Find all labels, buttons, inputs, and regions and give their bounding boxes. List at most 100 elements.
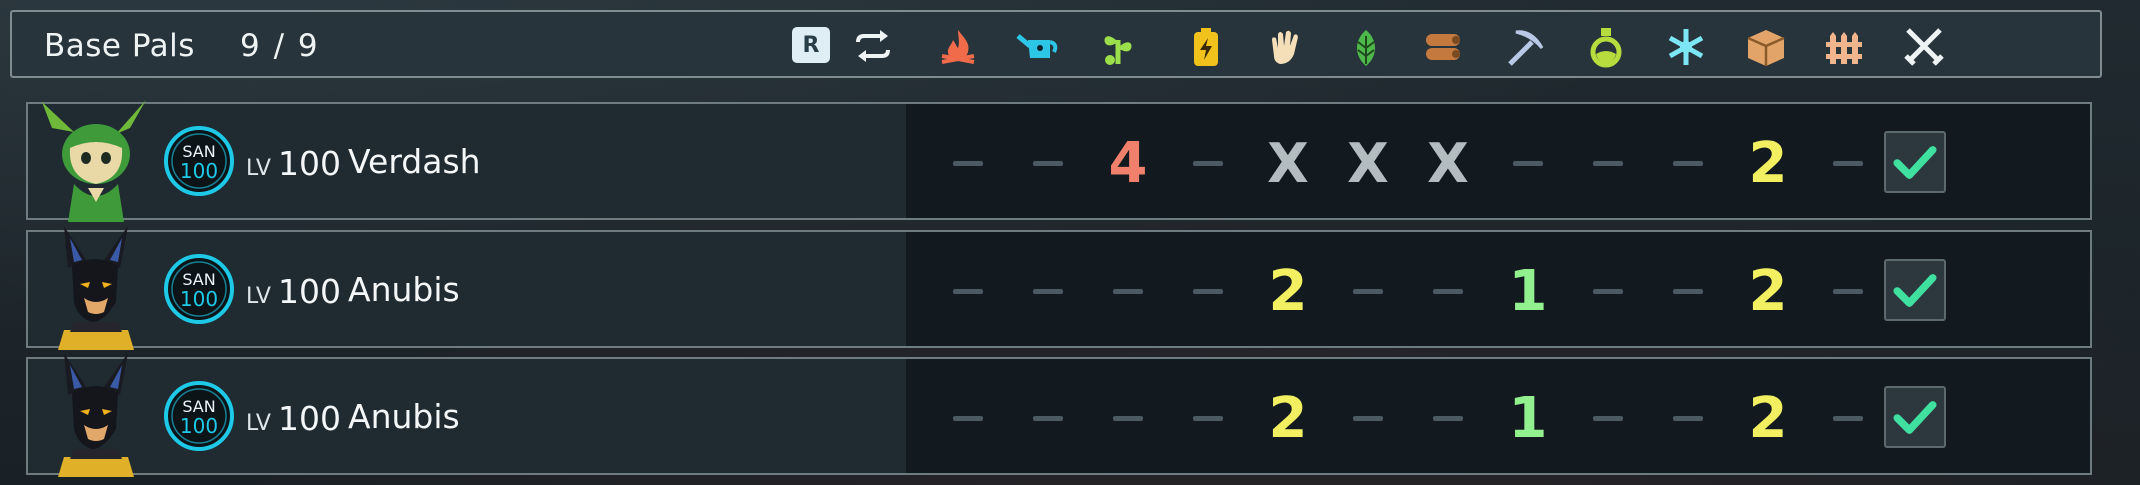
work-level-value: 4	[1108, 130, 1148, 196]
empty-dash	[1593, 288, 1623, 294]
work-level-cell: X	[1338, 128, 1398, 198]
empty-dash	[1833, 288, 1863, 294]
work-level-cell	[1818, 128, 1878, 198]
level-value: 100	[278, 144, 341, 183]
empty-dash	[1033, 415, 1063, 421]
sort-key-badge[interactable]: R	[792, 27, 830, 63]
svg-text:100: 100	[180, 159, 218, 183]
anubis-portrait	[34, 226, 158, 350]
work-level-value: 1	[1508, 385, 1548, 451]
fence-icon	[1822, 26, 1866, 68]
assign-checkbox[interactable]	[1884, 259, 1946, 321]
empty-dash	[1593, 160, 1623, 166]
potion-flask-icon	[1584, 26, 1628, 68]
empty-dash	[1033, 160, 1063, 166]
work-level-value: 2	[1268, 385, 1308, 451]
empty-dash	[1673, 160, 1703, 166]
empty-dash	[1673, 415, 1703, 421]
svg-text:100: 100	[180, 287, 218, 311]
pickaxe-icon	[1502, 26, 1546, 68]
work-level-cell	[1018, 383, 1078, 453]
work-level-cell	[1578, 256, 1638, 326]
work-level-value: 2	[1268, 258, 1308, 324]
empty-dash	[1433, 415, 1463, 421]
level-label: LV	[246, 156, 271, 181]
work-level-cell: X	[1418, 128, 1478, 198]
work-level-value: X	[1267, 131, 1309, 195]
check-icon	[1893, 146, 1937, 179]
work-level-cell	[1578, 128, 1638, 198]
work-level-cell	[1498, 128, 1558, 198]
pal-row[interactable]: SAN 100 LV 100 Anubis 2 1 2	[26, 353, 2092, 477]
empty-dash	[1193, 288, 1223, 294]
work-level-cell: 2	[1258, 256, 1318, 326]
base-pals-header: Base Pals 9 / 9 R	[10, 10, 2102, 78]
work-level-cell: 2	[1738, 128, 1798, 198]
work-level-cell	[1818, 383, 1878, 453]
work-level-value: 2	[1748, 130, 1788, 196]
empty-dash	[1593, 415, 1623, 421]
swap-arrows-icon[interactable]	[852, 28, 894, 64]
crate-icon	[1744, 26, 1788, 68]
svg-text:100: 100	[180, 414, 218, 438]
snowflake-icon	[1664, 26, 1708, 68]
work-level-cell	[1658, 128, 1718, 198]
work-level-cell	[1018, 256, 1078, 326]
work-level-cell: 4	[1098, 128, 1158, 198]
empty-dash	[1833, 415, 1863, 421]
work-level-cell	[1098, 256, 1158, 326]
watering-can-icon	[1016, 26, 1060, 68]
assign-checkbox[interactable]	[1884, 386, 1946, 448]
work-level-cell	[1818, 256, 1878, 326]
assign-checkbox[interactable]	[1884, 131, 1946, 193]
empty-dash	[1193, 160, 1223, 166]
anubis-portrait	[34, 353, 158, 477]
work-level-value: 2	[1748, 258, 1788, 324]
work-level-cell	[1178, 383, 1238, 453]
flame-icon	[936, 26, 980, 68]
check-icon	[1893, 401, 1937, 434]
empty-dash	[1113, 415, 1143, 421]
san-badge: SAN 100	[162, 379, 236, 453]
work-level-cell: 2	[1258, 383, 1318, 453]
work-level-cell	[938, 128, 998, 198]
pal-row[interactable]: SAN 100 LV 100 Anubis 2 1 2	[26, 226, 2092, 350]
pal-row[interactable]: SAN 100 LV 100 Verdash 4 X X X 2	[26, 100, 2092, 222]
check-icon	[1893, 274, 1937, 307]
work-level-value: 1	[1508, 258, 1548, 324]
hand-icon	[1264, 26, 1308, 68]
work-level-cell	[1178, 256, 1238, 326]
work-level-cell	[1658, 383, 1718, 453]
work-level-cell	[1418, 256, 1478, 326]
pal-info-panel	[28, 359, 906, 473]
san-badge: SAN 100	[162, 252, 236, 326]
pal-info-panel	[28, 232, 906, 346]
level-value: 100	[278, 399, 341, 438]
work-level-cell	[938, 383, 998, 453]
empty-dash	[1193, 415, 1223, 421]
empty-dash	[1353, 288, 1383, 294]
empty-dash	[1513, 160, 1543, 166]
pal-count: 9 / 9	[240, 28, 320, 64]
work-level-cell: 2	[1738, 256, 1798, 326]
empty-dash	[1673, 288, 1703, 294]
header-title: Base Pals	[44, 28, 195, 64]
empty-dash	[953, 160, 983, 166]
empty-dash	[1353, 415, 1383, 421]
empty-dash	[1033, 288, 1063, 294]
crossed-swords-icon	[1902, 26, 1946, 68]
work-level-cell	[1658, 256, 1718, 326]
work-level-cell: 1	[1498, 256, 1558, 326]
san-badge: SAN 100	[162, 124, 236, 198]
work-level-value: X	[1427, 131, 1469, 195]
work-level-cell: X	[1258, 128, 1318, 198]
work-level-cell	[1578, 383, 1638, 453]
level-label: LV	[246, 284, 271, 309]
empty-dash	[1433, 288, 1463, 294]
pal-name: Verdash	[348, 142, 481, 181]
empty-dash	[1113, 288, 1143, 294]
work-level-cell	[1098, 383, 1158, 453]
empty-dash	[953, 288, 983, 294]
pal-name: Anubis	[348, 397, 460, 436]
logs-icon	[1422, 26, 1466, 68]
